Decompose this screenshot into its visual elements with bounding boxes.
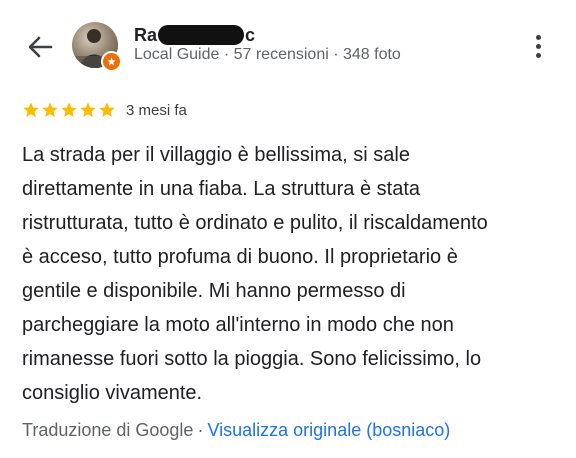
star-icon [99,102,115,117]
back-button[interactable] [24,32,56,62]
view-original-link[interactable]: Visualizza originale (bosniaco) [207,420,450,440]
review-line: La strada per il villaggio è bellissima,… [22,144,410,166]
star-icon [61,102,77,117]
reviewer-name[interactable]: Ra c [134,24,255,46]
more-vert-icon-dot [535,34,541,40]
reviewer-meta: Local Guide · 57 recensioni · 348 foto [134,46,401,63]
review-line: è acceso, tutto profuma di buono. Il pro… [22,246,458,268]
translation-source: Traduzione di Google [22,420,194,440]
rating-row: 3 mesi fa [22,100,187,120]
review-text: La strada per il villaggio è bellissima,… [22,138,562,410]
more-vert-icon-dot [535,43,541,49]
more-vert-icon-dot [535,52,541,58]
more-options-button[interactable] [528,30,548,62]
review-header: Ra c Local Guide · 57 recensioni · 348 f… [0,0,576,92]
review-line: ristrutturata, tutto è ordinato e pulito… [22,212,488,234]
review-line: consiglio vivamente. [22,382,203,404]
name-redaction [158,25,245,45]
review-line: direttamente in una fiaba. La struttura … [22,178,421,200]
local-guide-badge-icon [101,51,122,72]
reviewer-name-start: Ra [134,24,158,45]
star-icon [23,102,39,117]
review-line: gentile e disponibile. Mi hanno permesso… [22,280,406,302]
star-icon [80,102,96,117]
translation-separator: · [197,420,204,440]
review-line: parcheggiare la moto all'interno in modo… [22,314,454,336]
translation-row: Traduzione di Google · Visualizza original… [22,420,450,441]
star-rating [22,101,116,119]
reviewer-name-end: c [245,24,256,45]
star-icon [42,102,58,117]
arrow-back-icon [28,36,53,58]
review-line: rimanesse fuori sotto la pioggia. Sono f… [22,348,482,370]
review-date: 3 mesi fa [126,101,187,119]
